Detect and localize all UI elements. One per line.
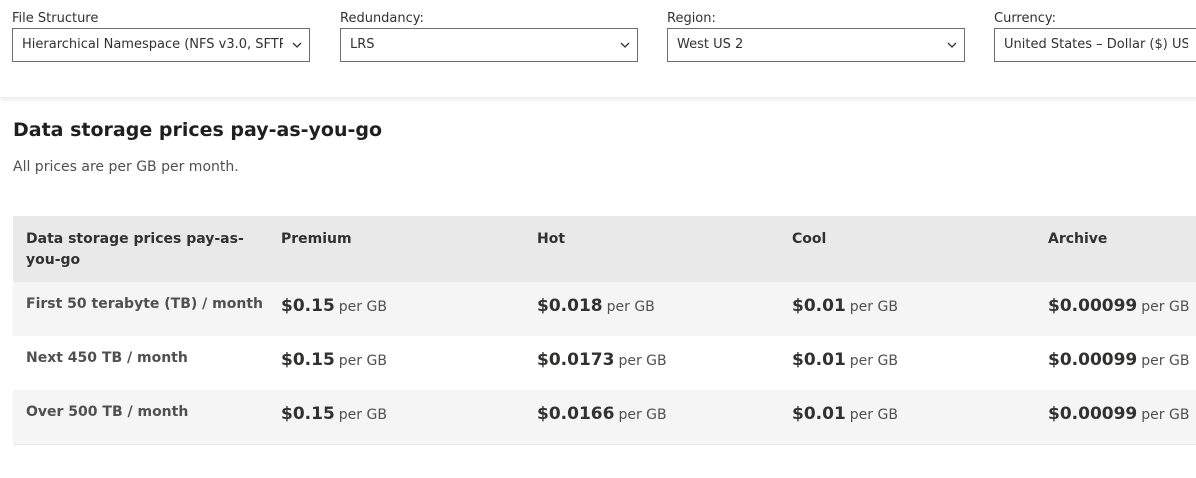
chevron-down-icon (947, 42, 957, 48)
chevron-down-icon (292, 42, 302, 48)
price-unit: per GB (606, 299, 655, 315)
currency-value: United States – Dollar ($) USD (1004, 37, 1188, 52)
header-premium: Premium (281, 231, 352, 247)
header-tier: Data storage prices pay-as-you-go (26, 231, 244, 268)
premium-price: $0.15 per GB (281, 296, 521, 316)
price-unit: per GB (1141, 407, 1190, 423)
redundancy-label: Redundancy: (340, 11, 424, 26)
price-unit: per GB (849, 353, 898, 369)
hot-price: $0.0166 per GB (537, 404, 777, 424)
file-structure-filter: File Structure Hierarchical Namespace (N… (12, 10, 310, 62)
premium-price: $0.15 per GB (281, 404, 521, 424)
price-amount: $0.00099 (1048, 296, 1138, 316)
redundancy-select[interactable]: LRS (340, 28, 638, 62)
premium-price: $0.15 per GB (281, 350, 521, 370)
currency-filter: Currency: United States – Dollar ($) USD (994, 10, 1196, 62)
price-amount: $0.0166 (537, 404, 615, 424)
header-hot: Hot (537, 231, 566, 247)
price-unit: per GB (338, 299, 387, 315)
region-select[interactable]: West US 2 (667, 28, 965, 62)
currency-select[interactable]: United States – Dollar ($) USD (994, 28, 1196, 62)
file-structure-value: Hierarchical Namespace (NFS v3.0, SFTP P… (22, 37, 283, 52)
cool-price: $0.01 per GB (792, 404, 1032, 424)
file-structure-label: File Structure (12, 11, 99, 26)
price-amount: $0.018 (537, 296, 603, 316)
price-amount: $0.01 (792, 296, 846, 316)
filter-bar: File Structure Hierarchical Namespace (N… (0, 0, 1196, 98)
region-value: West US 2 (677, 37, 744, 52)
file-structure-select[interactable]: Hierarchical Namespace (NFS v3.0, SFTP P… (12, 28, 310, 62)
header-cool: Cool (792, 231, 827, 247)
price-unit: per GB (618, 407, 667, 423)
price-amount: $0.15 (281, 404, 335, 424)
price-unit: per GB (1141, 299, 1190, 315)
section-title: Data storage prices pay-as-you-go (13, 119, 383, 141)
header-archive: Archive (1048, 231, 1108, 247)
price-unit: per GB (1141, 353, 1190, 369)
hot-price: $0.0173 per GB (537, 350, 777, 370)
region-filter: Region: West US 2 (667, 10, 965, 62)
price-unit: per GB (338, 353, 387, 369)
row-label: First 50 terabyte (TB) / month (26, 296, 263, 312)
archive-price: $0.00099 per GB (1048, 404, 1196, 424)
hot-price: $0.018 per GB (537, 296, 777, 316)
row-label: Over 500 TB / month (26, 404, 189, 420)
price-amount: $0.01 (792, 404, 846, 424)
price-amount: $0.01 (792, 350, 846, 370)
price-unit: per GB (849, 407, 898, 423)
archive-price: $0.00099 per GB (1048, 350, 1196, 370)
region-label: Region: (667, 11, 716, 26)
cool-price: $0.01 per GB (792, 296, 1032, 316)
price-amount: $0.0173 (537, 350, 615, 370)
price-amount: $0.00099 (1048, 404, 1138, 424)
price-unit: per GB (338, 407, 387, 423)
table-row: Next 450 TB / month $0.15 per GB $0.0173 p… (13, 336, 1196, 390)
cool-price: $0.01 per GB (792, 350, 1032, 370)
table-row: First 50 terabyte (TB) / month $0.15 per … (13, 282, 1196, 336)
archive-price: $0.00099 per GB (1048, 296, 1196, 316)
row-label: Next 450 TB / month (26, 350, 188, 366)
pricing-table: Data storage prices pay-as-you-go Premiu… (13, 216, 1196, 445)
price-amount: $0.00099 (1048, 350, 1138, 370)
table-row: Over 500 TB / month $0.15 per GB $0.0166 p… (13, 390, 1196, 445)
redundancy-value: LRS (350, 37, 375, 52)
table-header: Data storage prices pay-as-you-go Premiu… (13, 216, 1196, 282)
price-unit: per GB (618, 353, 667, 369)
price-unit: per GB (849, 299, 898, 315)
price-amount: $0.15 (281, 296, 335, 316)
section-subtitle: All prices are per GB per month. (13, 159, 239, 175)
price-amount: $0.15 (281, 350, 335, 370)
currency-label: Currency: (994, 11, 1057, 26)
redundancy-filter: Redundancy: LRS (340, 10, 638, 62)
chevron-down-icon (620, 42, 630, 48)
